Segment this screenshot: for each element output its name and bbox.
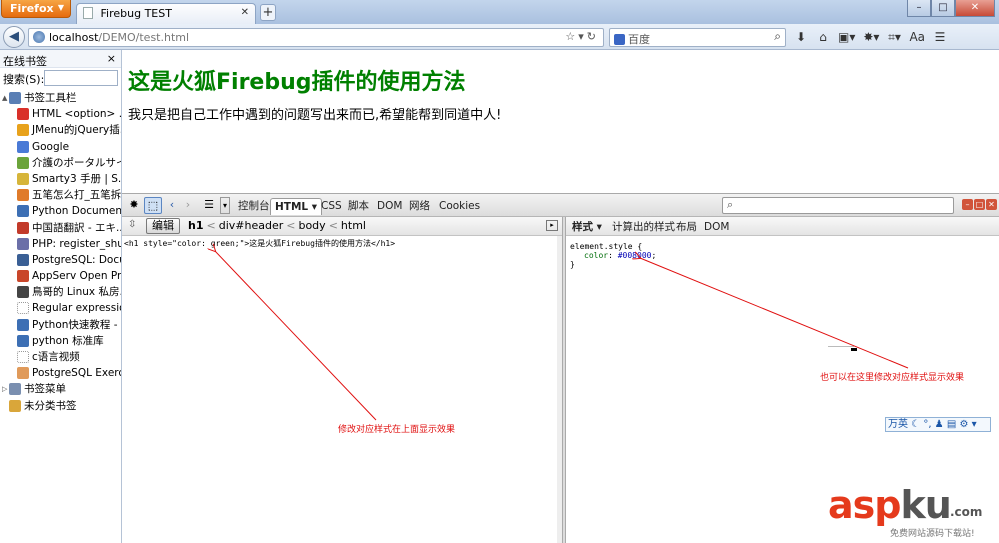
- watermark-tagline: 免费网站源码下载站!: [890, 529, 975, 539]
- annotation-arrow-right: [640, 258, 909, 369]
- annotation-arrow-left: [215, 251, 377, 421]
- watermark-com: .com: [950, 505, 983, 519]
- annotation-right: 也可以在这里修改对应样式显示效果: [820, 373, 965, 383]
- annotation-arrows: [0, 0, 909, 421]
- watermark-ku: ku: [900, 483, 951, 527]
- watermark-brand: aspku: [828, 483, 952, 527]
- watermark-asp: asp: [828, 483, 901, 527]
- ime-toolbar[interactable]: 万英 ☾ °, ♟ ▤ ⚙ ▾: [885, 417, 991, 432]
- annotation-left: 修改对应样式在上面显示效果: [338, 425, 456, 435]
- watermark-logo: aspku .com 免费网站源码下载站!: [828, 485, 996, 543]
